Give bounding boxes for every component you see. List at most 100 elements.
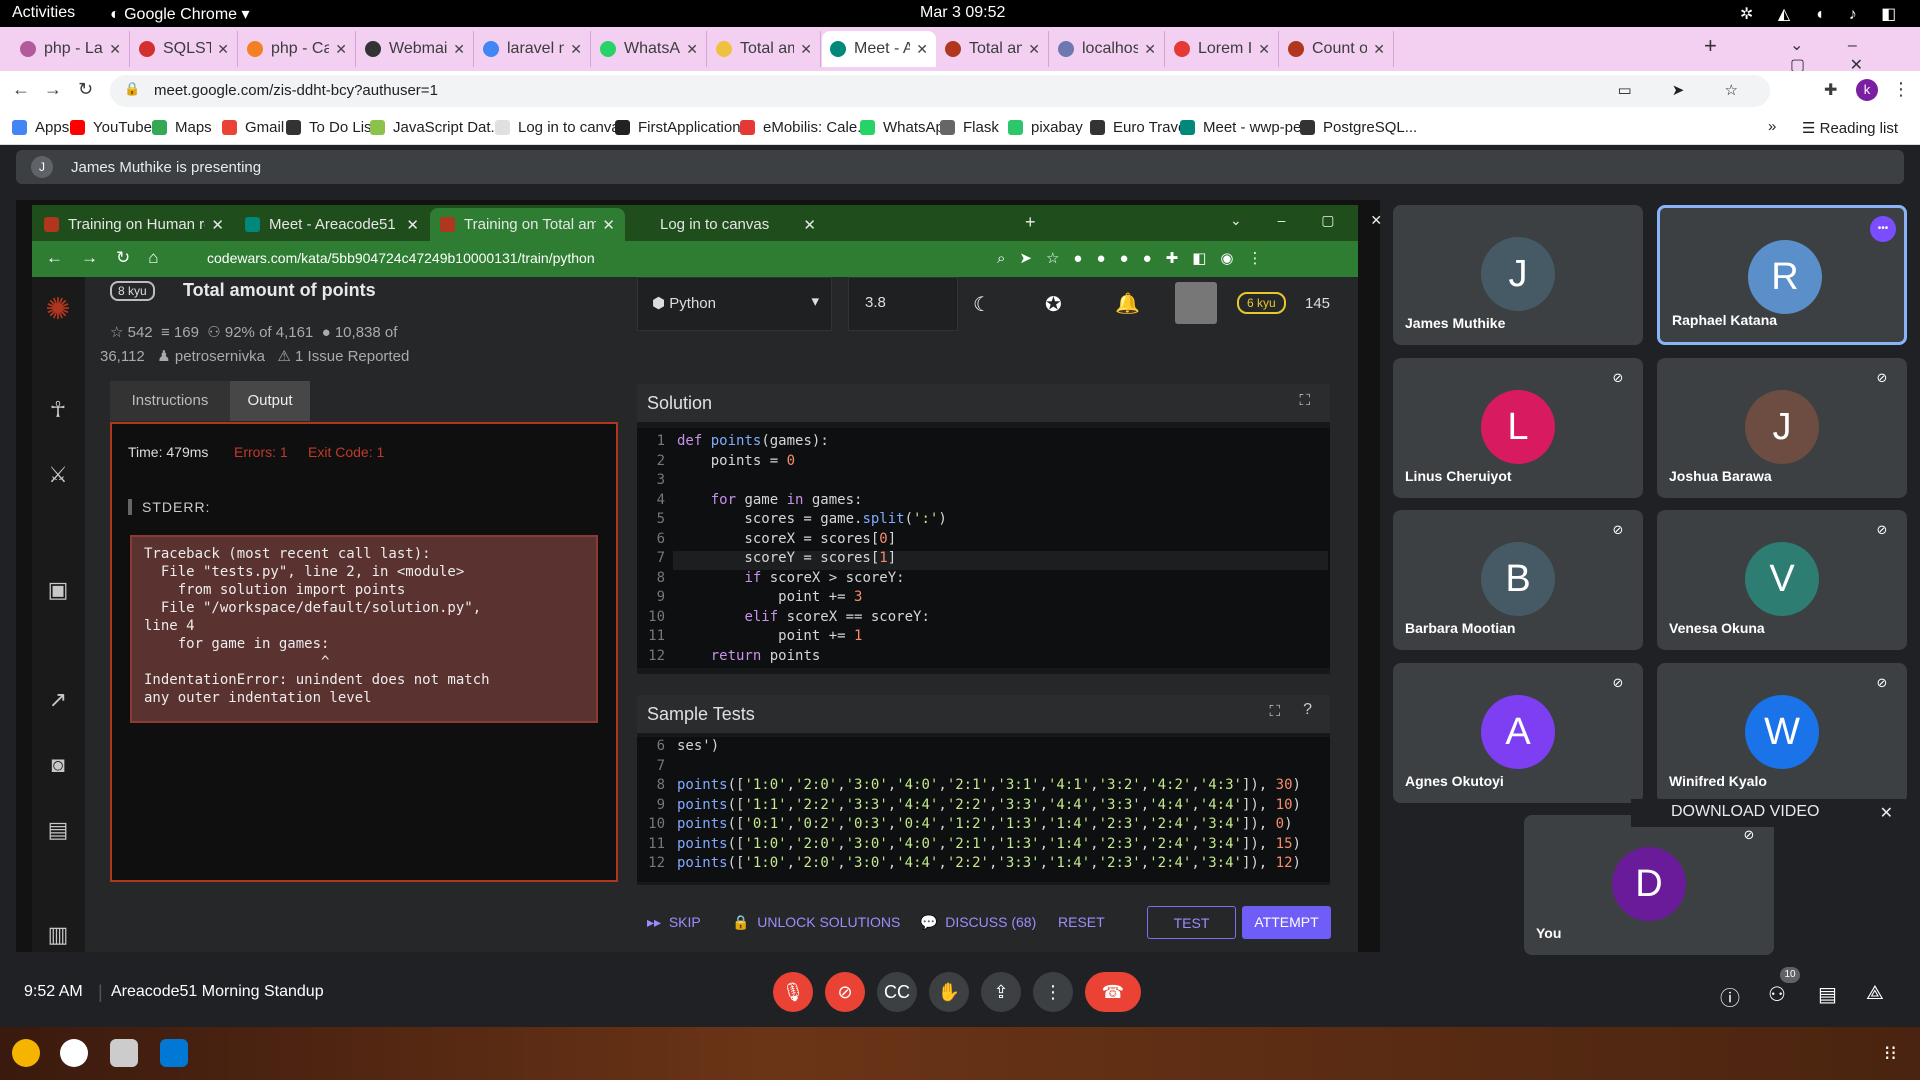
- close-icon[interactable]: ✕: [453, 41, 465, 58]
- close-icon[interactable]: ✕: [1258, 41, 1270, 58]
- omnibox-actions[interactable]: ▭ ➤ ☆: [1617, 81, 1756, 99]
- bookmark-item[interactable]: Euro Travel: [1090, 119, 1190, 136]
- trending-icon: ↗: [48, 687, 68, 712]
- kata-title: Total amount of points: [183, 280, 376, 300]
- forward-icon[interactable]: →: [44, 79, 62, 100]
- bookmark-item[interactable]: Apps: [12, 119, 69, 136]
- browser-tab[interactable]: php - Call to ✕: [239, 31, 356, 67]
- browser-tab[interactable]: Webmail ✕: [357, 31, 474, 67]
- browser-tab[interactable]: WhatsApp ✕: [592, 31, 707, 67]
- test-line: points(['1:0','2:0','3:0','4:0','2:1','1…: [677, 835, 1301, 852]
- chat-icon[interactable]: ▤: [1818, 982, 1837, 1007]
- slack-icon[interactable]: [60, 1039, 88, 1067]
- show-apps-icon[interactable]: ⁝⁝: [1884, 1041, 1897, 1066]
- bookmark-item[interactable]: pixabay: [1008, 119, 1083, 136]
- bookmark-item[interactable]: Gmail: [222, 119, 284, 136]
- close-icon[interactable]: ✕: [1028, 41, 1040, 58]
- clock[interactable]: Mar 3 09:52: [920, 4, 1005, 22]
- participant-tile[interactable]: A Agnes Okutoyi ⊘: [1393, 663, 1643, 803]
- participant-tile[interactable]: L Linus Cheruiyot ⊘: [1393, 358, 1643, 498]
- line-number: 6: [656, 738, 665, 754]
- more-menu-icon[interactable]: ⋮: [1892, 79, 1910, 100]
- bookmark-label: YouTube: [93, 119, 152, 136]
- close-icon[interactable]: ✕: [800, 41, 812, 58]
- bookmark-item[interactable]: YouTube: [70, 119, 152, 136]
- vscode-icon[interactable]: [160, 1039, 188, 1067]
- browser-tab[interactable]: Count of p ✕: [1280, 31, 1394, 67]
- mic-off-button[interactable]: 🎙: [773, 972, 813, 1012]
- reading-list-button[interactable]: ☰ Reading list: [1802, 119, 1898, 137]
- tab-label: Count of p: [1312, 40, 1368, 57]
- close-icon[interactable]: ✕: [570, 41, 582, 58]
- close-icon[interactable]: ✕: [1144, 41, 1156, 58]
- close-icon[interactable]: ✕: [109, 41, 121, 58]
- taskbar-dock: ⁝⁝: [0, 1027, 1920, 1080]
- captions-button[interactable]: CC: [877, 972, 917, 1012]
- close-icon[interactable]: ✕: [1880, 803, 1893, 823]
- bookmark-item[interactable]: JavaScript Dat...: [370, 119, 503, 136]
- leave-call-button[interactable]: ☎: [1085, 972, 1141, 1012]
- tab-output: Output: [230, 381, 310, 421]
- browser-tab[interactable]: Total amou ✕: [937, 31, 1049, 67]
- bookmark-item[interactable]: Meet - wwp-pe...: [1180, 119, 1314, 136]
- more-options-button[interactable]: ⋮: [1033, 972, 1073, 1012]
- participant-tile[interactable]: V Venesa Okuna ⊘: [1657, 510, 1907, 650]
- participant-tile[interactable]: B Barbara Mootian ⊘: [1393, 510, 1643, 650]
- bookmarks-overflow[interactable]: »: [1768, 118, 1776, 135]
- bookmark-item[interactable]: To Do List: [286, 119, 376, 136]
- browser-tab[interactable]: localhost / ✕: [1050, 31, 1165, 67]
- close-icon[interactable]: ✕: [686, 41, 698, 58]
- reload-icon[interactable]: ↻: [78, 79, 93, 100]
- stderr-label: STDERR:: [128, 499, 210, 515]
- participant-tile[interactable]: J Joshua Barawa ⊘: [1657, 358, 1907, 498]
- bookmark-item[interactable]: Maps: [152, 119, 212, 136]
- chrome-icon[interactable]: [12, 1039, 40, 1067]
- window-controls[interactable]: ⌄ – ▢ ✕: [1790, 35, 1920, 75]
- close-icon[interactable]: ✕: [217, 41, 229, 58]
- present-button[interactable]: ⇪: [981, 972, 1021, 1012]
- shared-window-controls: ⌄ – ▢ ✕: [1230, 212, 1399, 228]
- bookmark-item[interactable]: FirstApplication: [615, 119, 741, 136]
- shared-tab-label: Meet - Areacode51 Mo: [269, 216, 400, 233]
- browser-tab[interactable]: Lorem Ipsu ✕: [1166, 31, 1279, 67]
- profile-avatar[interactable]: k: [1856, 79, 1878, 101]
- participant-tile[interactable]: J James Muthike: [1393, 205, 1643, 345]
- bookmark-item[interactable]: Log in to canvas: [495, 119, 627, 136]
- new-tab-icon[interactable]: +: [1704, 33, 1717, 59]
- bookmark-icon: ✪: [1045, 294, 1062, 316]
- browser-tab[interactable]: Total amou ✕: [708, 31, 821, 67]
- close-icon[interactable]: ✕: [335, 41, 347, 58]
- close-icon[interactable]: ✕: [916, 41, 928, 58]
- participant-tile[interactable]: R Raphael Katana •••: [1657, 205, 1907, 345]
- participant-avatar: B: [1481, 542, 1555, 616]
- extensions-icon[interactable]: ✚: [1824, 80, 1837, 100]
- activities-icon[interactable]: ⟁: [1866, 982, 1884, 1005]
- more-options-icon[interactable]: •••: [1870, 216, 1896, 242]
- line-number: 6: [656, 530, 665, 547]
- browser-tab[interactable]: SQLSTA ✕: [131, 31, 238, 67]
- participant-tile[interactable]: W Winifred Kyalo ⊘: [1657, 663, 1907, 803]
- bookmark-label: eMobilis: Cale...: [763, 119, 870, 136]
- shared-tab-label: Log in to canvas: [660, 216, 770, 233]
- browser-tab[interactable]: laravel mig ✕: [475, 31, 591, 67]
- app-menu[interactable]: ◐ Google Chrome ▾: [110, 4, 250, 24]
- camera-off-button[interactable]: ⊘: [825, 972, 865, 1012]
- meeting-details-icon[interactable]: ⓘ: [1720, 982, 1740, 1011]
- people-icon[interactable]: ⚇: [1768, 982, 1786, 1007]
- browser-tab[interactable]: Meet - A ✕: [822, 31, 936, 67]
- browser-tab[interactable]: php - Larav ✕: [12, 31, 130, 67]
- bookmark-item[interactable]: WhatsApp: [860, 119, 952, 136]
- bookmark-favicon-icon: [1300, 120, 1315, 135]
- bookmark-label: PostgreSQL...: [1323, 119, 1418, 136]
- back-icon[interactable]: ←: [12, 79, 30, 100]
- raise-hand-button[interactable]: ✋: [929, 972, 969, 1012]
- bookmark-item[interactable]: eMobilis: Cale...: [740, 119, 870, 136]
- activities-button[interactable]: Activities: [12, 4, 75, 22]
- close-icon[interactable]: ✕: [1373, 41, 1385, 58]
- bookmark-item[interactable]: Flask: [940, 119, 999, 136]
- participant-tile[interactable]: D You ⊘: [1524, 815, 1774, 955]
- address-bar[interactable]: 🔒 meet.google.com/zis-ddht-bcy?authuser=…: [110, 75, 1770, 107]
- files-icon[interactable]: [110, 1039, 138, 1067]
- bookmark-item[interactable]: PostgreSQL...: [1300, 119, 1417, 136]
- tab-instructions: Instructions: [110, 381, 230, 421]
